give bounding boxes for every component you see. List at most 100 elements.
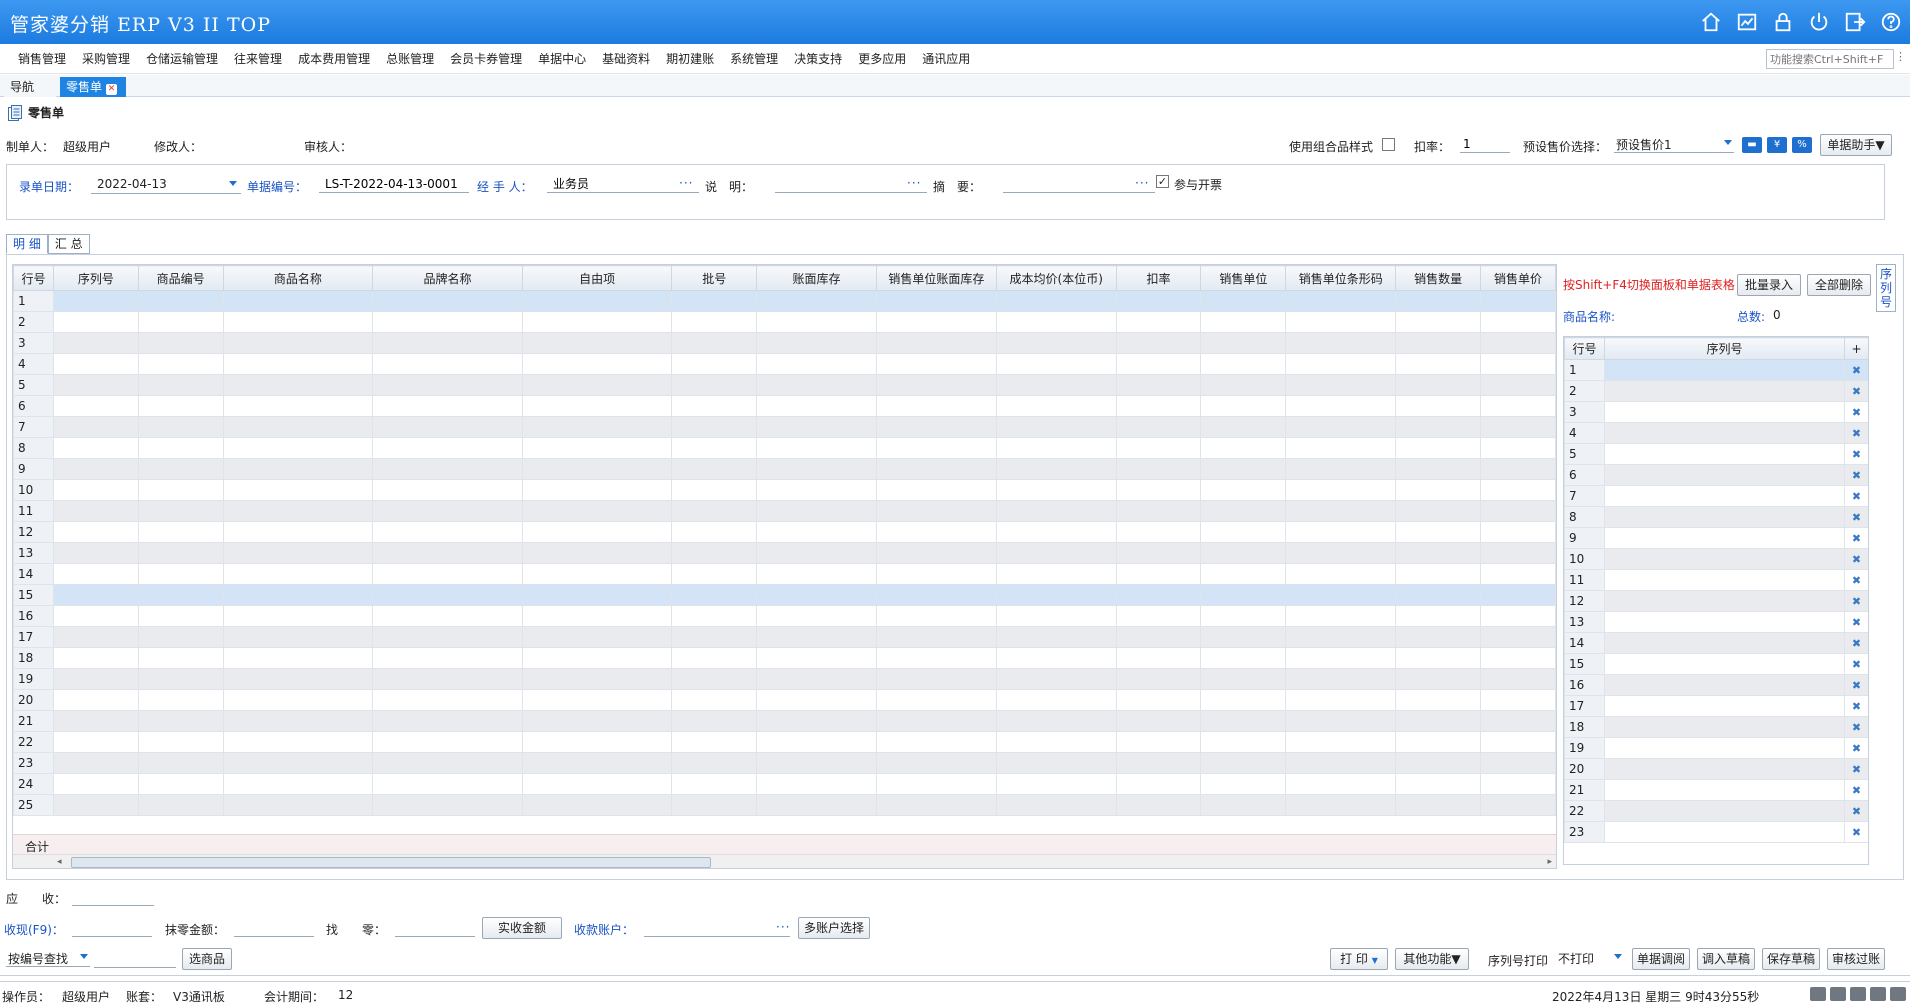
grid-cell[interactable] (1395, 542, 1482, 564)
menu-item[interactable]: 更多应用 (850, 44, 914, 74)
grid-cell[interactable] (1115, 605, 1202, 627)
delete-row-icon[interactable]: ✖ (1844, 548, 1868, 570)
date-picker[interactable]: 2022-04-13 (91, 176, 241, 194)
grid-cell[interactable] (671, 500, 758, 522)
grid-cell[interactable] (671, 437, 758, 459)
grid-cell[interactable] (671, 479, 758, 501)
grid-cell[interactable] (995, 542, 1117, 564)
grid-cell[interactable] (756, 542, 877, 564)
grid-cell[interactable] (1200, 437, 1287, 459)
table-row[interactable]: 8 ✖ (1564, 506, 1868, 528)
grid-cell[interactable] (1395, 752, 1482, 774)
serial-cell[interactable] (1604, 422, 1845, 444)
delete-row-icon[interactable]: ✖ (1844, 758, 1868, 780)
grid-cell[interactable] (756, 710, 877, 732)
table-row[interactable]: 2 (13, 311, 1556, 333)
grid-cell[interactable] (1115, 458, 1202, 480)
grid-cell[interactable] (756, 395, 877, 417)
grid-cell[interactable] (1200, 647, 1287, 669)
grid-cell[interactable] (137, 437, 224, 459)
delete-row-icon[interactable]: ✖ (1844, 716, 1868, 738)
table-row[interactable]: 7 (13, 416, 1556, 438)
delete-row-icon[interactable]: ✖ (1844, 821, 1868, 843)
table-row[interactable]: 7 ✖ (1564, 485, 1868, 507)
menu-item[interactable]: 成本费用管理 (290, 44, 378, 74)
grid-cell[interactable] (875, 374, 997, 396)
grid-cell[interactable] (372, 626, 523, 648)
grid-cell[interactable] (222, 458, 374, 480)
delete-row-icon[interactable]: ✖ (1844, 695, 1868, 717)
grid-cell[interactable] (222, 647, 374, 669)
grid-cell[interactable] (372, 479, 523, 501)
grid-cell[interactable] (1395, 500, 1482, 522)
grid-cell[interactable] (1115, 773, 1202, 795)
grid-cell[interactable] (1480, 542, 1556, 564)
tab-detail[interactable]: 明 细 (6, 234, 48, 254)
grid-cell[interactable] (521, 710, 673, 732)
column-header[interactable]: 行号 (1564, 337, 1605, 360)
grid-cell[interactable] (222, 521, 374, 543)
grid-cell[interactable] (1395, 626, 1482, 648)
grid-cell[interactable] (995, 584, 1117, 606)
grid-cell[interactable] (1115, 332, 1202, 354)
grid-cell[interactable] (1115, 647, 1202, 669)
grid-cell[interactable] (875, 752, 997, 774)
grid-cell[interactable] (137, 374, 224, 396)
bill-lookup-button[interactable]: 单据调阅 (1632, 948, 1690, 970)
column-header[interactable]: 销售数量 (1395, 265, 1482, 291)
menu-item[interactable]: 往来管理 (226, 44, 290, 74)
serial-cell[interactable] (1604, 443, 1845, 465)
grid-cell[interactable] (372, 353, 523, 375)
table-row[interactable]: 21 (13, 710, 1556, 732)
grid-cell[interactable] (137, 794, 224, 816)
grid-cell[interactable] (137, 311, 224, 333)
table-row[interactable]: 19 ✖ (1564, 737, 1868, 759)
table-row[interactable]: 20 ✖ (1564, 758, 1868, 780)
delete-row-icon[interactable]: ✖ (1844, 800, 1868, 822)
grid-cell[interactable] (1480, 794, 1556, 816)
scrollbar-thumb[interactable] (71, 857, 711, 868)
grid-cell[interactable] (521, 584, 673, 606)
up-arrow-icon[interactable] (1890, 987, 1906, 1001)
grid-cell[interactable] (1480, 752, 1556, 774)
save-draft-button[interactable]: 保存草稿 (1762, 948, 1820, 970)
discount-input[interactable] (1460, 135, 1510, 153)
grid-cell[interactable] (1285, 458, 1397, 480)
grid-cell[interactable] (1200, 752, 1287, 774)
column-header[interactable]: 品牌名称 (372, 265, 523, 291)
tab-navigation[interactable]: 导航 (4, 77, 56, 97)
add-row-button[interactable]: + (1844, 337, 1868, 360)
grid-cell[interactable] (1115, 416, 1202, 438)
logout-icon[interactable] (1842, 10, 1868, 34)
serial-cell[interactable] (1604, 527, 1845, 549)
grid-cell[interactable] (671, 794, 758, 816)
grid-cell[interactable] (1285, 626, 1397, 648)
print-button[interactable]: 打 印 ▼ (1330, 948, 1388, 970)
menu-item[interactable]: 通讯应用 (914, 44, 978, 74)
grid-cell[interactable] (1480, 416, 1556, 438)
table-row[interactable]: 22 ✖ (1564, 800, 1868, 822)
grid-cell[interactable] (671, 752, 758, 774)
grid-cell[interactable] (756, 437, 877, 459)
grid-cell[interactable] (995, 668, 1117, 690)
grid-cell[interactable] (521, 332, 673, 354)
receivable-input[interactable] (72, 888, 154, 906)
multi-account-button[interactable]: 多账户选择 (798, 917, 870, 939)
select-goods-button[interactable]: 选商品 (182, 948, 232, 970)
grid-cell[interactable] (1285, 290, 1397, 312)
grid-cell[interactable] (875, 731, 997, 753)
power-icon[interactable] (1806, 10, 1832, 34)
delete-row-icon[interactable]: ✖ (1844, 443, 1868, 465)
column-header[interactable]: 批号 (671, 265, 758, 291)
table-row[interactable]: 6 ✖ (1564, 464, 1868, 486)
serial-cell[interactable] (1604, 737, 1845, 759)
grid-cell[interactable] (671, 332, 758, 354)
grid-cell[interactable] (756, 479, 877, 501)
grid-cell[interactable] (52, 290, 139, 312)
grid-cell[interactable] (372, 332, 523, 354)
grid-cell[interactable] (671, 563, 758, 585)
grid-cell[interactable] (1395, 458, 1482, 480)
grid-cell[interactable] (995, 374, 1117, 396)
grid-cell[interactable] (875, 605, 997, 627)
table-row[interactable]: 18 (13, 647, 1556, 669)
